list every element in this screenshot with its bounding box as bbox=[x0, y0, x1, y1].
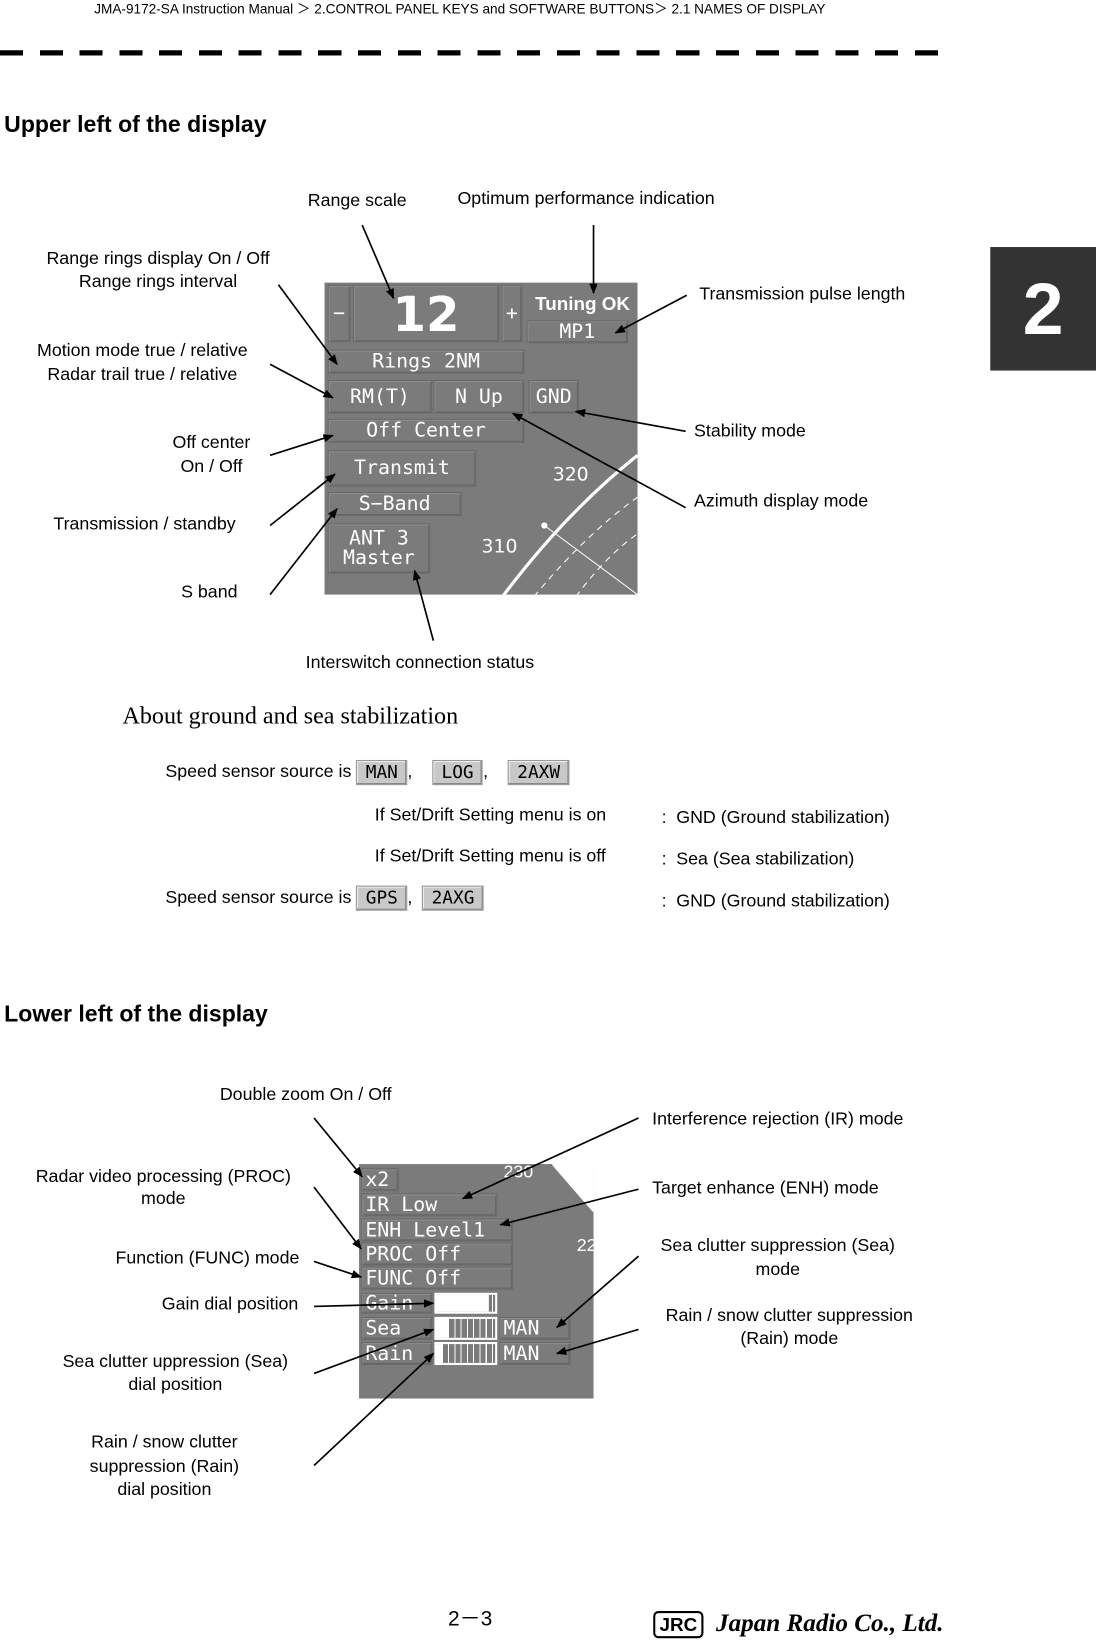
arrow bbox=[269, 507, 338, 596]
arrow bbox=[461, 1117, 639, 1200]
arrow bbox=[412, 569, 435, 641]
arrow bbox=[313, 1186, 362, 1250]
arrow bbox=[269, 434, 334, 457]
arrow bbox=[313, 1260, 363, 1279]
company-wordmark: Japan Radio Co., Ltd. bbox=[716, 1609, 944, 1638]
company-logo: JRC Japan Radio Co., Ltd. bbox=[653, 1609, 944, 1638]
arrow bbox=[361, 224, 395, 300]
arrow bbox=[269, 473, 336, 527]
page-number: 2－3 bbox=[448, 1607, 493, 1631]
arrow bbox=[512, 412, 687, 509]
arrow bbox=[555, 1328, 639, 1355]
arrow bbox=[314, 1299, 435, 1308]
arrow bbox=[277, 284, 338, 366]
arrow bbox=[313, 1328, 435, 1375]
arrow bbox=[556, 1255, 640, 1329]
jrc-mark: JRC bbox=[653, 1610, 704, 1638]
arrow bbox=[574, 408, 686, 433]
arrow bbox=[269, 363, 334, 399]
callout-arrows bbox=[269, 224, 688, 1467]
arrow bbox=[313, 1117, 363, 1178]
arrow bbox=[614, 294, 688, 334]
arrow bbox=[313, 1352, 435, 1467]
arrow bbox=[499, 1188, 639, 1227]
